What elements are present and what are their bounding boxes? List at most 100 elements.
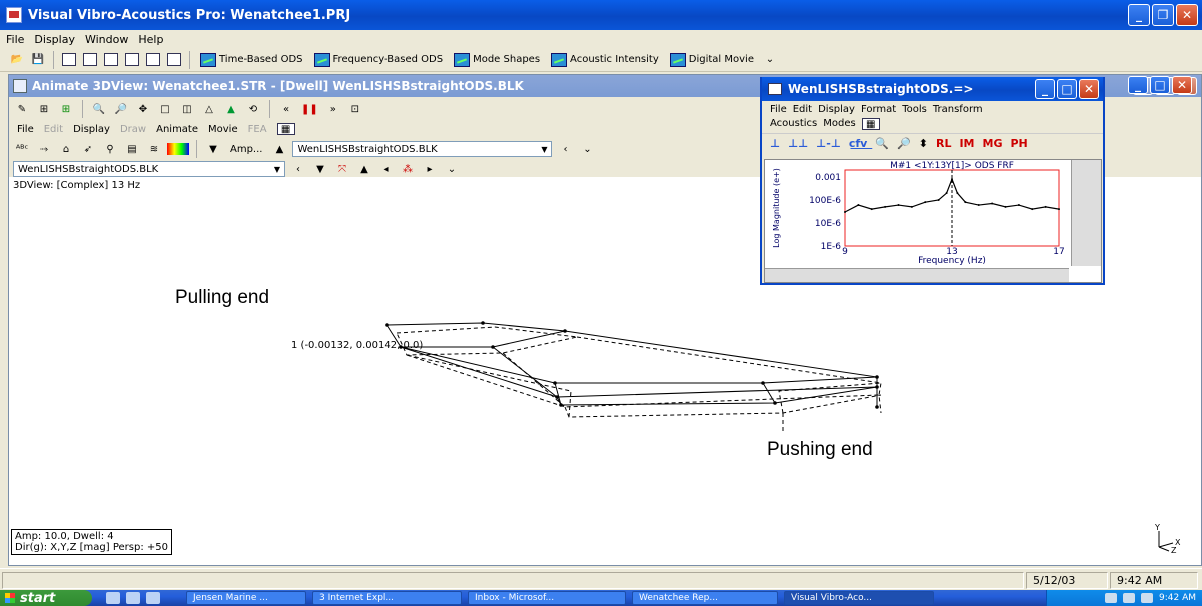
menu-display[interactable]: Display — [34, 33, 75, 46]
task-vibro[interactable]: Visual Vibro-Aco... — [784, 591, 934, 605]
save-icon[interactable]: 💾 — [29, 51, 47, 69]
tray-icon[interactable] — [1105, 593, 1117, 603]
prev-icon[interactable]: ‹ — [556, 140, 574, 158]
down-icon[interactable]: ▼ — [311, 160, 329, 178]
tile-icon[interactable] — [123, 51, 141, 69]
fast-forward-icon[interactable]: » — [324, 100, 342, 118]
calendar-icon[interactable]: ▦ — [276, 123, 295, 135]
child-menu-file[interactable]: File — [17, 124, 34, 135]
frf-menu-acoustics[interactable]: Acoustics — [770, 118, 817, 130]
axis-icon[interactable]: ⤧ — [333, 160, 351, 178]
vertical-scrollbar[interactable] — [1071, 160, 1101, 266]
ie-icon[interactable] — [126, 592, 140, 604]
close-button[interactable]: ✕ — [1176, 4, 1198, 26]
close-button[interactable]: ✕ — [1172, 76, 1192, 94]
amp-up-icon[interactable]: ▲ — [270, 140, 288, 158]
block-select[interactable]: WenLISHSBstraightODS.BLK ▼ — [292, 141, 553, 157]
cfv-icon[interactable]: c͟f͟v͟ — [849, 137, 867, 150]
frame-icon[interactable]: ⊡ — [346, 100, 364, 118]
frf-menu-display[interactable]: Display — [818, 104, 855, 115]
block-select-secondary[interactable]: WenLISHSBstraightODS.BLK ▼ — [13, 161, 285, 177]
frf-plot[interactable]: M#1 <1Y:13Y[1]> ODS FRF 0.001 100E-6 10E-6 1… — [764, 159, 1102, 283]
green-grid-icon[interactable]: ⊞ — [57, 100, 75, 118]
step-forward-icon[interactable]: ▸ — [421, 160, 439, 178]
app-icon[interactable] — [6, 7, 22, 23]
mode-shapes-button[interactable]: Mode Shapes — [450, 51, 544, 69]
child-menu-display[interactable]: Display — [73, 124, 110, 135]
frf-menu-file[interactable]: File — [770, 104, 787, 115]
dashed-line-icon[interactable]: ⤑ — [35, 140, 53, 158]
child-menu-animate[interactable]: Animate — [156, 124, 198, 135]
real-button[interactable]: RL — [936, 137, 951, 150]
restore-button[interactable]: ❐ — [1152, 4, 1174, 26]
more-icon[interactable]: ⌄ — [443, 160, 461, 178]
frequency-based-ods-button[interactable]: Frequency-Based ODS — [310, 51, 448, 69]
menu-window[interactable]: Window — [85, 33, 128, 46]
task-wenatchee[interactable]: Wenatchee Rep... — [632, 591, 778, 605]
phase-button[interactable]: PH — [1010, 137, 1027, 150]
more-icon[interactable]: ⌄ — [578, 140, 596, 158]
grid-icon[interactable] — [60, 51, 78, 69]
zoom-out-icon[interactable]: 🔎 — [112, 100, 130, 118]
grid-icon[interactable]: ⊞ — [35, 100, 53, 118]
frf-window-icon[interactable] — [768, 83, 782, 95]
amp-down-icon[interactable]: ▼ — [204, 140, 222, 158]
maximize-button[interactable]: □ — [1150, 76, 1170, 94]
menu-help[interactable]: Help — [138, 33, 163, 46]
frf-close-button[interactable]: ✕ — [1079, 79, 1099, 99]
contour-icon[interactable]: ▤ — [123, 140, 141, 158]
band-cursor-icon[interactable]: ⊥⊥ — [788, 137, 808, 150]
color-bar-icon[interactable] — [167, 143, 189, 155]
left-icon[interactable]: ‹ — [289, 160, 307, 178]
imag-button[interactable]: IM — [959, 137, 974, 150]
pencil-icon[interactable]: ✎ — [13, 100, 31, 118]
box-3d-icon[interactable]: ◫ — [178, 100, 196, 118]
frf-minimize-button[interactable]: _ — [1035, 79, 1055, 99]
wave-icon[interactable]: ≋ — [145, 140, 163, 158]
pan-icon[interactable]: ✥ — [134, 100, 152, 118]
open-folder-icon[interactable]: 📂 — [8, 51, 26, 69]
rewind-icon[interactable]: « — [277, 100, 295, 118]
peak-cursor-icon[interactable]: ⊥-⊥ — [816, 137, 841, 150]
outlook-icon[interactable] — [146, 592, 160, 604]
horizontal-scrollbar[interactable] — [765, 268, 1069, 282]
box-icon[interactable]: □ — [156, 100, 174, 118]
dof-icon[interactable]: ⁂ — [399, 160, 417, 178]
minimize-button[interactable]: _ — [1128, 4, 1150, 26]
digital-movie-button[interactable]: Digital Movie — [666, 51, 758, 69]
child-menu-movie[interactable]: Movie — [208, 124, 238, 135]
scale-icon[interactable]: ⬍ — [919, 137, 928, 150]
shape-icon[interactable]: ⌂ — [57, 140, 75, 158]
zoom-in-icon[interactable]: 🔍 — [90, 100, 108, 118]
task-inbox[interactable]: Inbox - Microsof... — [468, 591, 626, 605]
frf-menu-format[interactable]: Format — [861, 104, 896, 115]
minimize-button[interactable]: _ — [1128, 76, 1148, 94]
solid-triangle-icon[interactable]: ▲ — [222, 100, 240, 118]
tray-icon[interactable] — [1141, 593, 1153, 603]
frf-menu-modes[interactable]: Modes — [823, 118, 855, 130]
frf-menu-tools[interactable]: Tools — [902, 104, 927, 115]
toolbar-dropdown-icon[interactable]: ⌄ — [761, 51, 779, 69]
mag-button[interactable]: MG — [983, 137, 1003, 150]
child-window-icon[interactable] — [13, 79, 27, 93]
step-back-icon[interactable]: ◂ — [377, 160, 395, 178]
triangle-icon[interactable]: △ — [200, 100, 218, 118]
layout-icon[interactable] — [81, 51, 99, 69]
frf-maximize-button[interactable]: □ — [1057, 79, 1077, 99]
app-title-bar[interactable]: Visual Vibro-Acoustics Pro: Wenatchee1.P… — [0, 0, 1202, 30]
start-button[interactable]: start — [0, 590, 92, 606]
zoom-in-icon[interactable]: 🔍 — [875, 137, 889, 150]
cursor-icon[interactable]: ⊥ — [770, 137, 780, 150]
acoustic-intensity-button[interactable]: Acoustic Intensity — [547, 51, 663, 69]
task-jensen[interactable]: Jensen Marine ... — [186, 591, 306, 605]
arrow-icon[interactable]: ➶ — [79, 140, 97, 158]
zoom-out-icon[interactable]: 🔎 — [897, 137, 911, 150]
table-icon[interactable] — [165, 51, 183, 69]
pause-icon[interactable]: ❚❚ — [299, 100, 320, 118]
calendar-icon[interactable]: ▦ — [861, 118, 880, 130]
window-icon[interactable] — [102, 51, 120, 69]
up-icon[interactable]: ▲ — [355, 160, 373, 178]
rotate-icon[interactable]: ⟲ — [244, 100, 262, 118]
task-ie[interactable]: 3 Internet Expl... — [312, 591, 462, 605]
frf-menu-edit[interactable]: Edit — [793, 104, 812, 115]
